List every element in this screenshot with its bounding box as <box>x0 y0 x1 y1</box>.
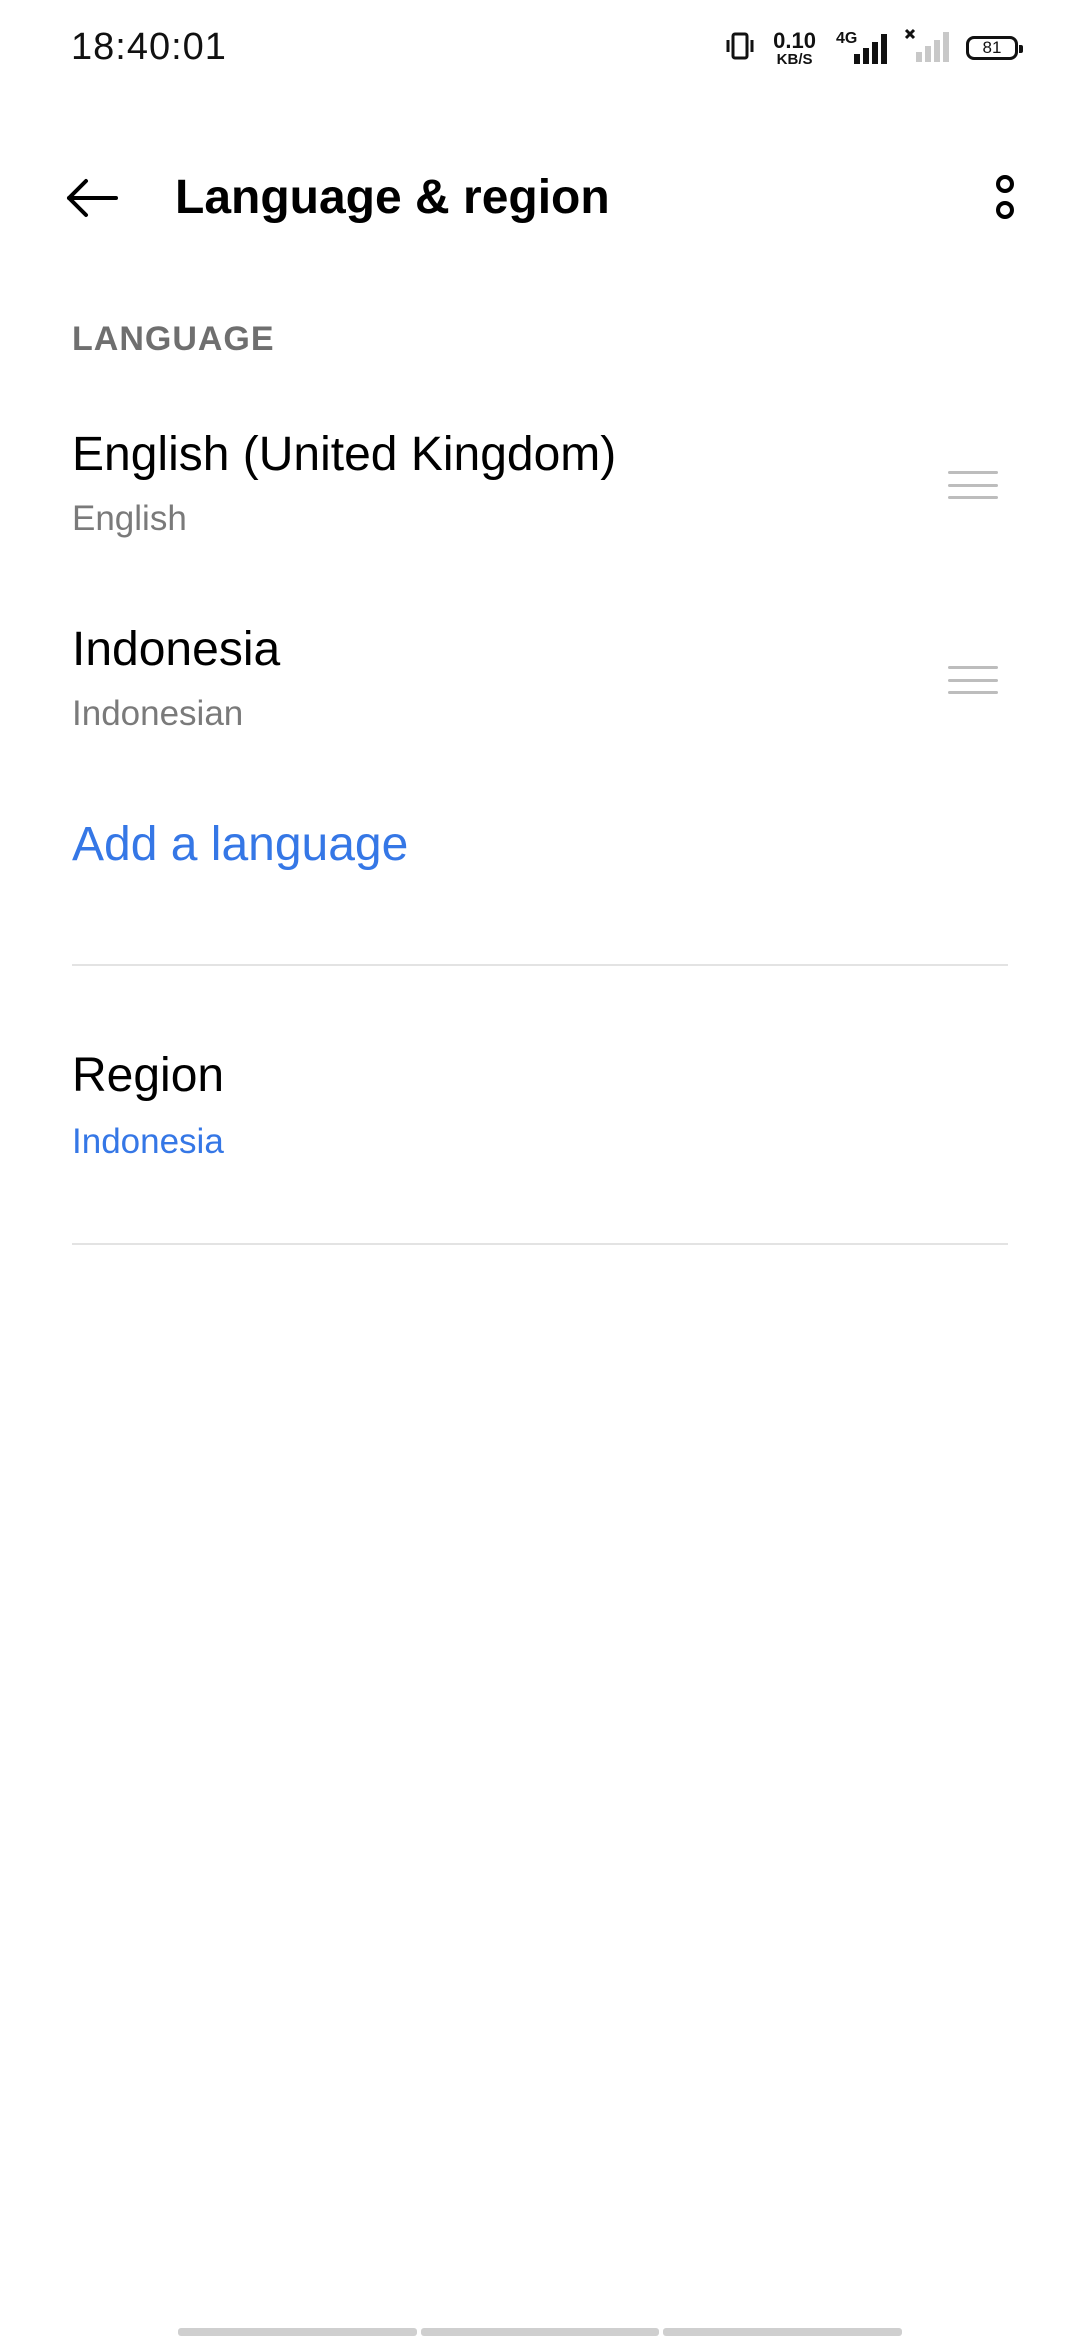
battery-level: 81 <box>982 38 1002 57</box>
gesture-navigation-bar[interactable] <box>178 2328 903 2336</box>
region-value: Indonesia <box>72 1122 224 1161</box>
language-item-name: Indonesia <box>72 623 281 676</box>
language-item-name: English (United Kingdom) <box>72 428 617 481</box>
status-icons: 0.10 KB/S 4G 81 <box>723 27 1023 69</box>
battery-icon: 81 <box>966 36 1023 60</box>
language-item-english-uk[interactable]: English (United Kingdom) English <box>0 405 1080 585</box>
vibrate-icon <box>723 29 757 68</box>
network-speed-unit: KB/S <box>776 50 813 68</box>
nav-segment <box>663 2328 903 2336</box>
network-speed: 0.10 KB/S <box>773 27 816 68</box>
region-item[interactable]: Region Indonesia <box>0 1030 1080 1210</box>
add-language-button[interactable]: Add a language <box>72 817 408 872</box>
arrow-left-icon <box>66 178 118 223</box>
status-time: 18:40:01 <box>71 26 227 68</box>
signal-no-service-icon <box>904 28 950 69</box>
back-button[interactable] <box>52 164 132 236</box>
language-item-indonesia[interactable]: Indonesia Indonesian <box>0 600 1080 780</box>
divider <box>72 964 1008 966</box>
nav-segment <box>178 2328 417 2336</box>
more-options-button[interactable] <box>970 164 1040 236</box>
signal-4g-icon: 4G <box>832 30 888 66</box>
divider <box>72 1243 1008 1245</box>
status-bar: 18:40:01 0.10 KB/S 4G 81 <box>0 0 1080 100</box>
language-section-header: LANGUAGE <box>72 320 275 358</box>
drag-handle-icon[interactable] <box>948 465 998 505</box>
more-vertical-icon <box>993 174 1017 227</box>
network-speed-value: 0.10 <box>773 27 816 53</box>
nav-segment <box>420 2328 660 2336</box>
region-label: Region <box>72 1049 225 1102</box>
page-title: Language & region <box>175 171 610 224</box>
language-item-subtitle: Indonesian <box>72 694 244 733</box>
language-item-subtitle: English <box>72 499 187 538</box>
drag-handle-icon[interactable] <box>948 660 998 700</box>
app-bar: Language & region <box>0 140 1080 260</box>
